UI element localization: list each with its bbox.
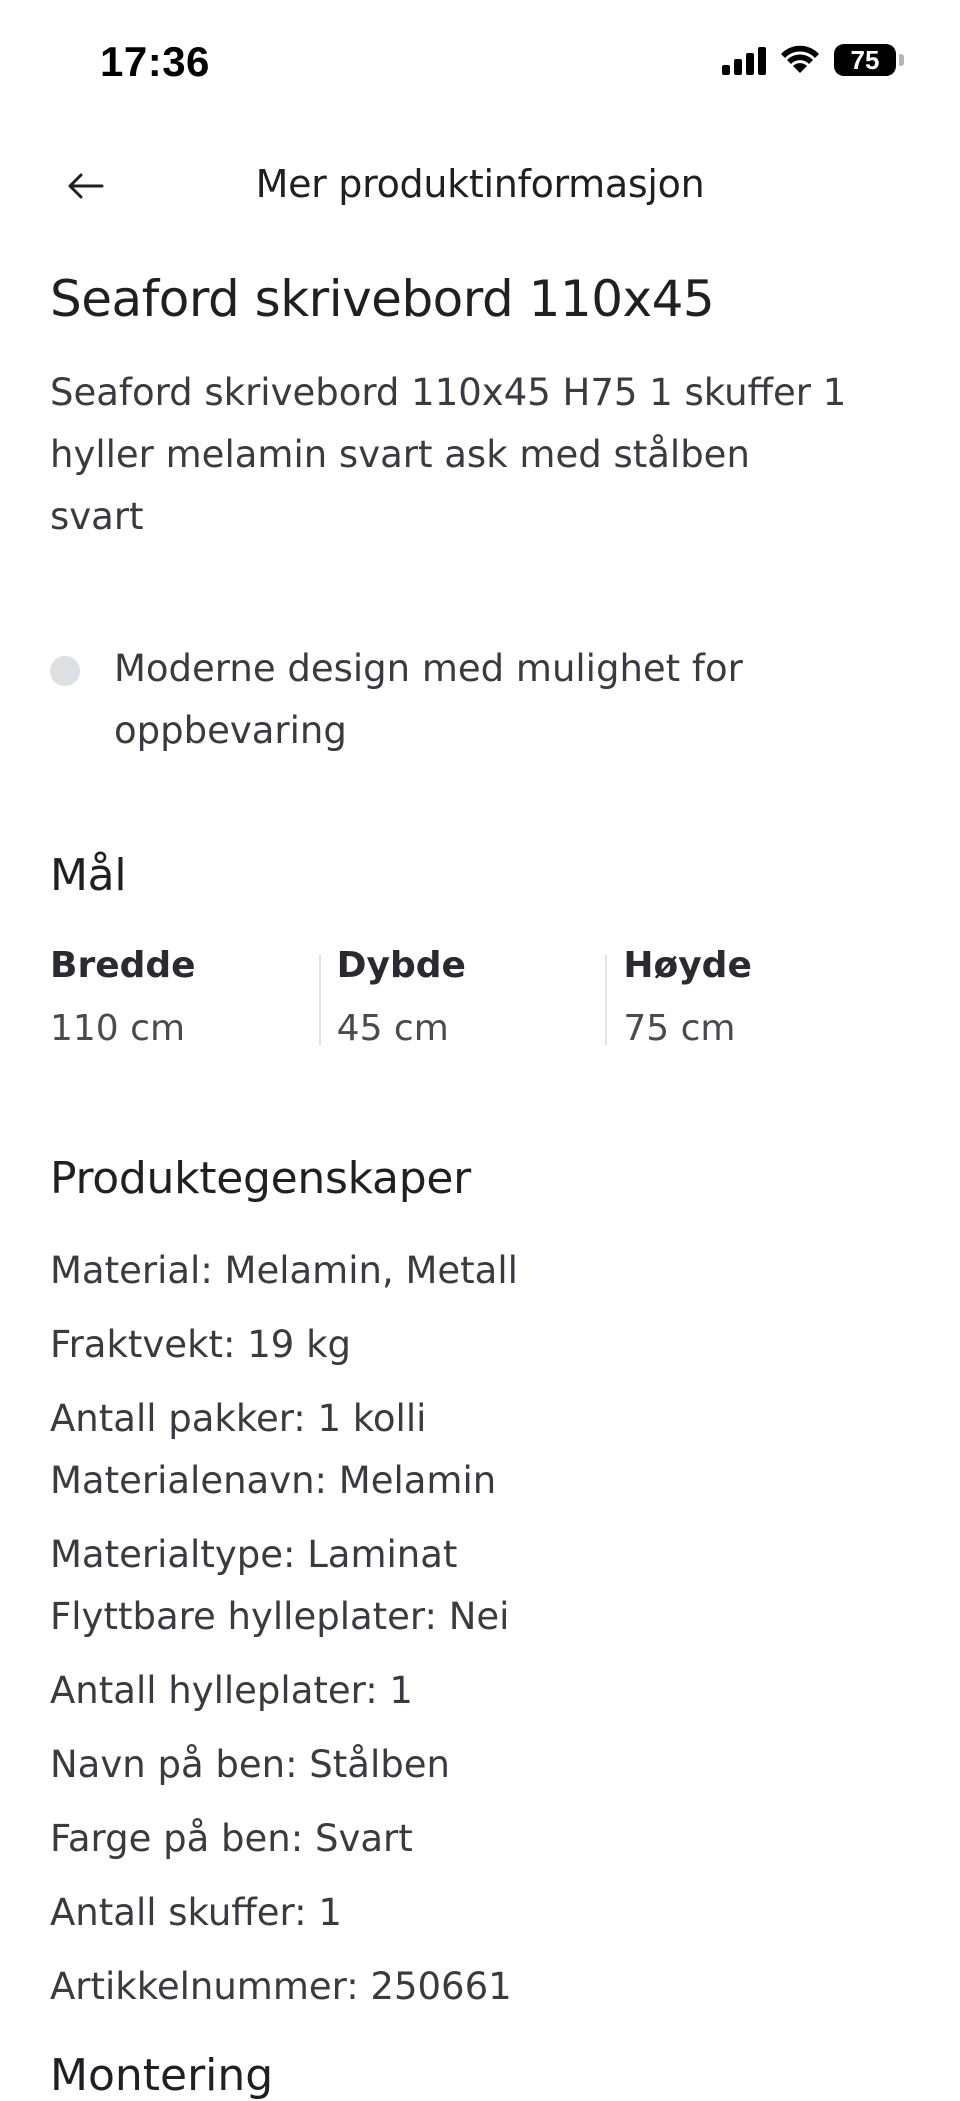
properties-section: Produktegenskaper Material: Melamin, Met…	[50, 1153, 910, 2018]
page-title: Mer produktinformasjon	[255, 162, 705, 206]
product-info: Seaford skrivebord 110x45 Seaford skrive…	[50, 270, 910, 2018]
divider	[318, 955, 321, 1045]
property-item: Materialtype: Laminat	[50, 1533, 458, 1576]
property-item: Materialenavn: Melamin	[50, 1459, 497, 1502]
property-item: Fraktvekt: 19 kg	[50, 1323, 351, 1366]
property-item: Antall hylleplater: 1	[50, 1669, 413, 1712]
dimension-label: Dybde	[336, 945, 466, 986]
next-section-title: Montering	[50, 2050, 274, 2101]
status-time: 17:36	[100, 38, 210, 85]
dimension-value: 45 cm	[336, 1008, 449, 1049]
battery-tip	[899, 54, 904, 66]
signal-icon	[722, 45, 766, 75]
dimension-label: Høyde	[623, 945, 752, 986]
bullet-icon	[50, 656, 80, 686]
dimensions-title: Mål	[50, 850, 127, 901]
property-item: Antall pakker: 1 kolli	[50, 1397, 427, 1440]
property-item: Material: Melamin, Metall	[50, 1249, 518, 1292]
property-item: Flyttbare hylleplater: Nei	[50, 1595, 510, 1638]
properties-list: Material: Melamin, Metall Fraktvekt: 19 …	[50, 1240, 910, 2018]
product-description: Seaford skrivebord 110x45 H75 1 skuffer …	[50, 371, 847, 538]
product-title: Seaford skrivebord 110x45	[50, 270, 715, 328]
wifi-icon	[781, 45, 819, 73]
status-bar: 17:36 75	[0, 0, 960, 120]
feature-item: Moderne design med mulighet for oppbevar…	[114, 647, 743, 752]
property-item: Navn på ben: Stålben	[50, 1743, 450, 1786]
header: Mer produktinformasjon	[0, 140, 960, 230]
dimensions-row: Bredde 110 cm Dybde 45 cm Høyde 75 cm	[50, 945, 910, 1049]
status-icons: 75	[722, 44, 904, 76]
battery-icon: 75	[834, 44, 896, 76]
feature-list: Moderne design med mulighet for oppbevar…	[50, 638, 910, 762]
divider	[605, 955, 608, 1045]
property-item: Artikkelnummer: 250661	[50, 1965, 512, 2008]
dimension-width: Bredde 110 cm	[50, 945, 337, 1049]
dimension-value: 110 cm	[50, 1008, 186, 1049]
property-item: Farge på ben: Svart	[50, 1817, 413, 1860]
dimension-depth: Dybde 45 cm	[318, 945, 624, 1049]
property-item: Antall skuffer: 1	[50, 1891, 342, 1934]
properties-title: Produktegenskaper	[50, 1153, 471, 1204]
dimension-value: 75 cm	[623, 1008, 736, 1049]
dimensions-section: Mål Bredde 110 cm Dybde 45 cm Høyde 75 c…	[50, 850, 910, 1049]
dimension-height: Høyde 75 cm	[605, 945, 910, 1049]
dimension-label: Bredde	[50, 945, 196, 986]
